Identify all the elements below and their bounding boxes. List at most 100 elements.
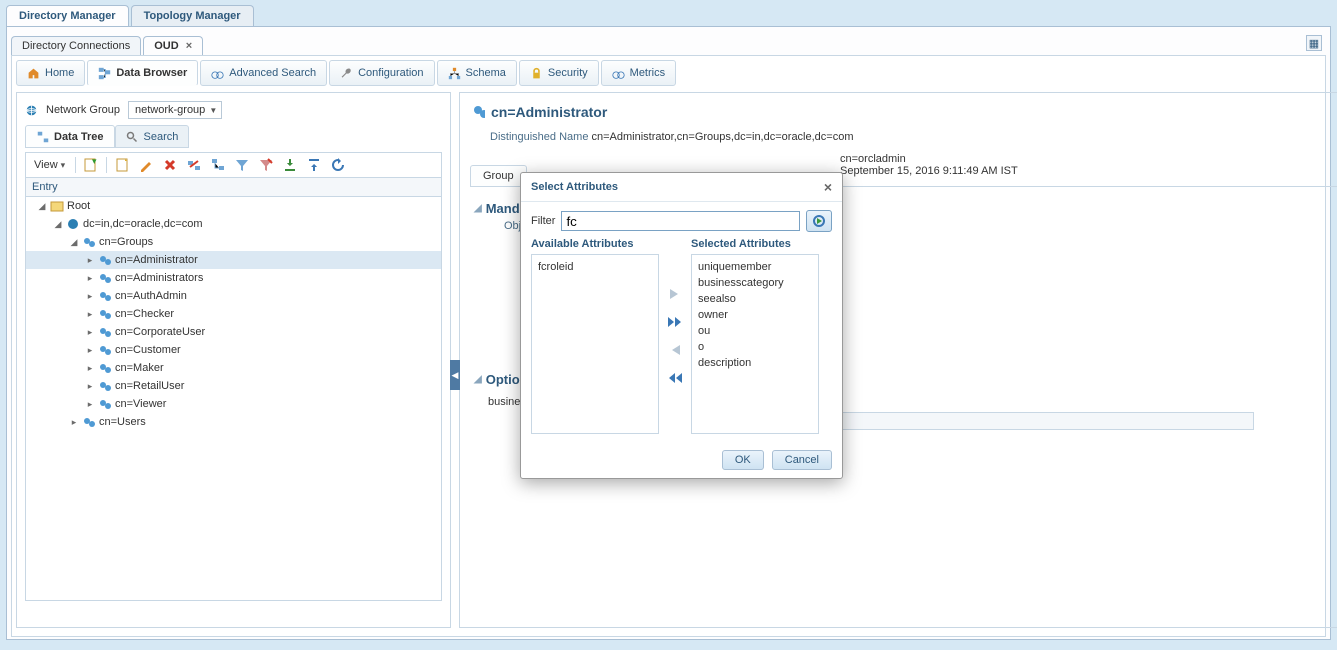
nav-security[interactable]: Security	[519, 60, 599, 86]
available-label: Available Attributes	[531, 238, 659, 250]
filter-go-button[interactable]	[806, 210, 832, 232]
tree-item[interactable]: ▸cn=AuthAdmin	[26, 287, 441, 305]
globe-icon	[25, 104, 38, 117]
tree-toolbar: View ▾	[25, 152, 442, 177]
move-left-icon[interactable]	[665, 341, 685, 359]
tree-icon	[36, 130, 49, 143]
filter-label: Filter	[531, 215, 555, 227]
nav-data-browser[interactable]: Data Browser	[87, 60, 198, 86]
list-item[interactable]: o	[696, 339, 814, 355]
selected-label: Selected Attributes	[691, 238, 819, 250]
lock-icon	[530, 67, 543, 80]
binoculars-icon	[211, 67, 224, 80]
subtab-data-tree-label: Data Tree	[54, 131, 104, 143]
wrench-icon	[340, 67, 353, 80]
expand-icon[interactable]: ▦	[1306, 35, 1322, 51]
left-panel: Network Group network-group Data Tree Se…	[16, 92, 451, 628]
filter-clear-icon[interactable]	[257, 156, 275, 174]
tree-item[interactable]: ▸cn=Viewer	[26, 395, 441, 413]
ok-button[interactable]: OK	[722, 450, 764, 470]
move-right-icon[interactable]	[665, 285, 685, 303]
subtab-search-label: Search	[144, 131, 179, 143]
list-item[interactable]: businesscategory	[696, 275, 814, 291]
delete-icon[interactable]	[161, 156, 179, 174]
cancel-button[interactable]: Cancel	[772, 450, 832, 470]
available-list[interactable]: fcroleid	[531, 254, 659, 434]
network-group-select[interactable]: network-group	[128, 101, 222, 119]
tree-groups[interactable]: ◢cn=Groups	[26, 233, 441, 251]
close-icon[interactable]: ×	[186, 40, 192, 52]
tab-oud-label: OUD	[154, 40, 178, 52]
import-icon[interactable]	[281, 156, 299, 174]
nav-schema[interactable]: Schema	[437, 60, 517, 86]
list-item[interactable]: fcroleid	[536, 259, 654, 275]
tree-item[interactable]: ▸cn=Maker	[26, 359, 441, 377]
tree-item[interactable]: ▸cn=RetailUser	[26, 377, 441, 395]
binoculars-icon	[612, 67, 625, 80]
edit-icon[interactable]	[137, 156, 155, 174]
nav-configuration-label: Configuration	[358, 67, 423, 79]
group-icon	[472, 106, 485, 119]
tree-dc[interactable]: ◢dc=in,dc=oracle,dc=com	[26, 215, 441, 233]
selected-list[interactable]: uniquememberbusinesscategoryseealsoowner…	[691, 254, 819, 434]
tab-topology-manager[interactable]: Topology Manager	[131, 5, 254, 26]
tree-icon	[98, 67, 111, 80]
nav-data-browser-label: Data Browser	[116, 67, 187, 79]
network-group-label: Network Group	[46, 104, 120, 116]
list-item[interactable]: uniquemember	[696, 259, 814, 275]
nav-metrics-label: Metrics	[630, 67, 665, 79]
list-item[interactable]: ou	[696, 323, 814, 339]
nav-advanced-search[interactable]: Advanced Search	[200, 60, 327, 86]
svg-text:▾: ▾	[92, 158, 97, 166]
dn-value: cn=Administrator,cn=Groups,dc=in,dc=orac…	[592, 131, 854, 143]
modified-at-value: September 15, 2016 9:11:49 AM IST	[840, 165, 1018, 177]
nav-configuration[interactable]: Configuration	[329, 60, 434, 86]
filter-input[interactable]	[561, 211, 800, 231]
right-horizontal-scrollbar[interactable]	[464, 609, 1337, 623]
list-item[interactable]: seealso	[696, 291, 814, 307]
new-entry-icon[interactable]: ▾	[82, 156, 100, 174]
tree-root[interactable]: ◢Root	[26, 197, 441, 215]
select-attributes-dialog: Select Attributes × Filter Available Att…	[520, 172, 843, 479]
search-icon	[126, 130, 139, 143]
list-item[interactable]: owner	[696, 307, 814, 323]
subtab-search[interactable]: Search	[115, 125, 190, 148]
delete-tree-icon[interactable]	[185, 156, 203, 174]
left-horizontal-scrollbar[interactable]	[25, 605, 442, 619]
tree-item[interactable]: ▸cn=Checker	[26, 305, 441, 323]
tree-item[interactable]: ▸cn=CorporateUser	[26, 323, 441, 341]
refresh-icon[interactable]	[329, 156, 347, 174]
nav-home-label: Home	[45, 67, 74, 79]
tree-users[interactable]: ▸cn=Users	[26, 413, 441, 431]
tab-oud[interactable]: OUD ×	[143, 36, 203, 55]
subtab-data-tree[interactable]: Data Tree	[25, 125, 115, 148]
nav-schema-label: Schema	[466, 67, 506, 79]
list-item[interactable]: description	[696, 355, 814, 371]
home-icon	[27, 67, 40, 80]
move-all-right-icon[interactable]	[665, 313, 685, 331]
copy-tree-icon[interactable]	[209, 156, 227, 174]
dialog-title: Select Attributes	[531, 181, 618, 193]
nav-security-label: Security	[548, 67, 588, 79]
tree-view[interactable]: Entry ◢Root ◢dc=in,dc=oracle,dc=com ◢cn=…	[25, 177, 442, 601]
tab-directory-connections[interactable]: Directory Connections	[11, 36, 141, 55]
export-icon[interactable]	[305, 156, 323, 174]
move-all-left-icon[interactable]	[665, 369, 685, 387]
close-icon[interactable]: ×	[824, 179, 832, 195]
tab-group[interactable]: Group	[470, 165, 527, 186]
nav-home[interactable]: Home	[16, 60, 85, 86]
tree-column-header: Entry	[26, 178, 441, 197]
tab-directory-manager[interactable]: Directory Manager	[6, 5, 129, 26]
collapse-left-icon[interactable]: ◀	[450, 360, 460, 390]
nav-metrics[interactable]: Metrics	[601, 60, 676, 86]
schema-icon	[448, 67, 461, 80]
tree-item[interactable]: ▸cn=Administrator	[26, 251, 441, 269]
tree-item[interactable]: ▸cn=Administrators	[26, 269, 441, 287]
tree-item[interactable]: ▸cn=Customer	[26, 341, 441, 359]
nav-advanced-search-label: Advanced Search	[229, 67, 316, 79]
filter-icon[interactable]	[233, 156, 251, 174]
dn-label: Distinguished Name	[490, 131, 588, 143]
entry-title: cn=Administrator	[491, 104, 607, 120]
page-new-icon[interactable]	[113, 156, 131, 174]
view-menu[interactable]: View	[30, 157, 69, 173]
